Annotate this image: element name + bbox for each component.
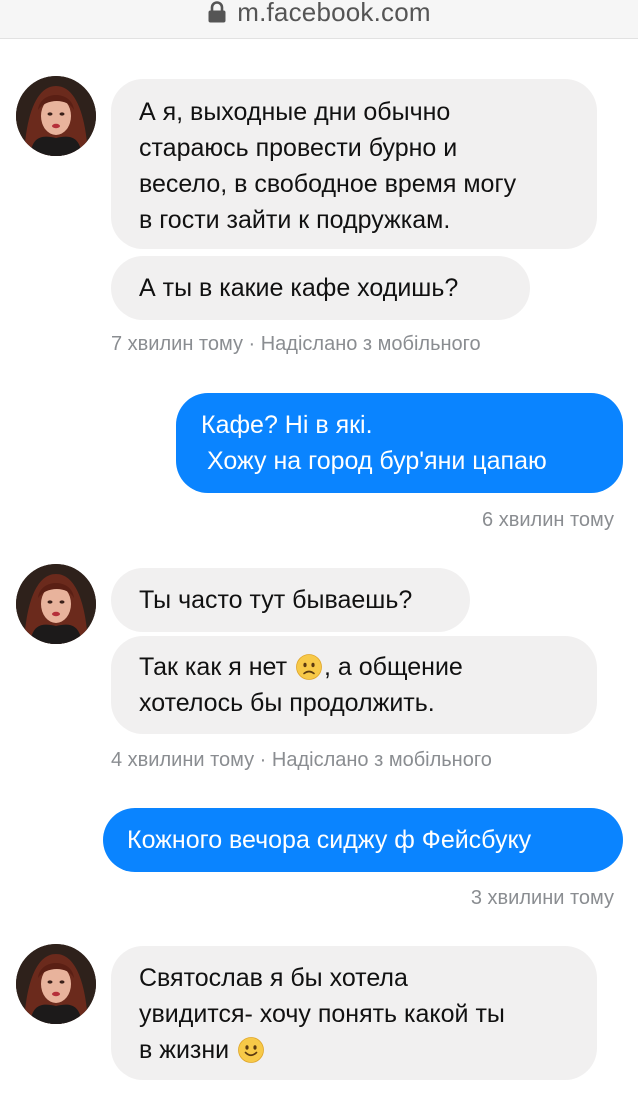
message-timestamp: 4 хвилини тому · Надіслано з мобільного bbox=[111, 749, 492, 771]
message-line: А я, выходные дни обычно bbox=[139, 98, 451, 126]
message-line: Кожного вечора сиджу ф Фейсбуку bbox=[127, 826, 532, 854]
message-line: Хожу на город бур'яни цапаю bbox=[207, 447, 547, 475]
message-line: Ты часто тут бываешь? bbox=[139, 586, 413, 614]
contact-avatar[interactable] bbox=[16, 76, 96, 156]
message-text: Так как я нет bbox=[139, 653, 288, 681]
outgoing-message-bubble[interactable]: Кожного вечора сиджу ф Фейсбуку bbox=[103, 808, 623, 872]
message-text: , а общение bbox=[323, 653, 463, 681]
contact-avatar[interactable] bbox=[16, 564, 96, 644]
incoming-message-bubble[interactable]: Так как я нет , а общение хотелось бы пр… bbox=[111, 636, 597, 734]
message-text: в жизни bbox=[139, 1036, 230, 1064]
lock-icon bbox=[207, 1, 227, 23]
incoming-message-bubble[interactable]: Ты часто тут бываешь? bbox=[111, 568, 470, 632]
slightly-frowning-face-emoji bbox=[296, 654, 322, 680]
message-line: хотелось бы продолжить. bbox=[139, 689, 435, 717]
url-text: m.facebook.com bbox=[237, 0, 431, 27]
address-bar-content: m.facebook.com bbox=[207, 0, 431, 27]
message-line: Так как я нет , а общение bbox=[139, 649, 569, 685]
message-line: Кафе? Ні в які. bbox=[201, 411, 373, 439]
message-timestamp: 3 хвилини тому bbox=[470, 887, 614, 909]
message-line: стараюсь провести бурно и bbox=[139, 134, 458, 162]
message-line: в жизни bbox=[139, 1032, 569, 1068]
message-timestamp: 6 хвилин тому bbox=[482, 509, 614, 531]
message-line: Святослав я бы хотела bbox=[139, 964, 408, 992]
outgoing-message-bubble[interactable]: Кафе? Ні в які. Хожу на город бур'яни ца… bbox=[176, 393, 623, 493]
message-thread[interactable]: А я, выходные дни обычно стараюсь провес… bbox=[0, 39, 638, 1094]
incoming-message-bubble[interactable]: А я, выходные дни обычно стараюсь провес… bbox=[111, 79, 597, 249]
incoming-message-bubble[interactable]: А ты в какие кафе ходишь? bbox=[111, 256, 530, 320]
browser-address-bar[interactable]: m.facebook.com bbox=[0, 0, 638, 38]
message-timestamp: 7 хвилин тому · Надіслано з мобільного bbox=[111, 333, 481, 355]
message-line: в гости зайти к подружкам. bbox=[139, 206, 451, 234]
incoming-message-bubble[interactable]: Святослав я бы хотела увидится- хочу пон… bbox=[111, 946, 597, 1080]
message-line: весело, в свободное время могу bbox=[139, 170, 517, 198]
smiling-face-emoji bbox=[238, 1037, 265, 1063]
message-line: А ты в какие кафе ходишь? bbox=[139, 274, 459, 302]
message-line: увидится- хочу понять какой ты bbox=[139, 1000, 505, 1028]
contact-avatar[interactable] bbox=[16, 944, 96, 1024]
